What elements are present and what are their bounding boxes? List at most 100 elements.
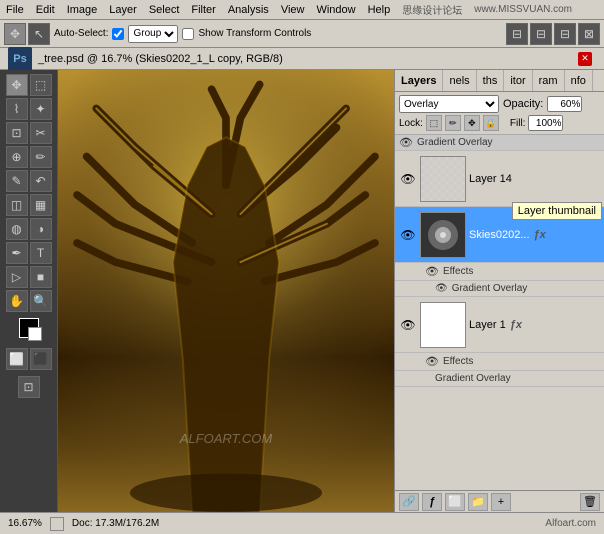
pen-tool[interactable]: ✒: [6, 242, 28, 264]
show-transform-checkbox[interactable]: [182, 28, 194, 40]
fill-input[interactable]: [528, 115, 563, 131]
layer-fx-button[interactable]: ƒ: [422, 493, 442, 511]
new-layer-button[interactable]: +: [491, 493, 511, 511]
eraser-tool[interactable]: ◫: [6, 194, 28, 216]
menu-analysis[interactable]: Analysis: [222, 4, 275, 16]
skies-visibility-toggle[interactable]: 👁: [399, 226, 417, 244]
crop-tool[interactable]: ⊡: [6, 122, 28, 144]
magic-wand-tool[interactable]: ✦: [30, 98, 52, 120]
tree-canvas: ALFOART.COM: [58, 70, 394, 512]
menu-select[interactable]: Select: [143, 4, 186, 16]
align-buttons: ⊟ ⊟ ⊟ ⊠: [506, 23, 600, 45]
hand-tool[interactable]: ✋: [6, 290, 28, 312]
tab-history[interactable]: itor: [504, 70, 532, 91]
move-tool-button[interactable]: ✥: [4, 23, 26, 45]
menu-edit[interactable]: Edit: [30, 4, 61, 16]
gradient-tool[interactable]: ▦: [30, 194, 52, 216]
zoom-level: 16.67%: [8, 518, 42, 529]
lock-label: Lock:: [399, 118, 423, 129]
layer-item-skies0202[interactable]: 👁 Skies0202... ƒx Layer th: [395, 207, 604, 263]
tab-info[interactable]: nfo: [565, 70, 593, 91]
shape-tool[interactable]: ■: [30, 266, 52, 288]
move-tool[interactable]: ✥: [6, 74, 28, 96]
tab-paths[interactable]: ths: [477, 70, 505, 91]
new-group-button[interactable]: 📁: [468, 493, 488, 511]
color-swatches: [19, 318, 39, 338]
lasso-tool[interactable]: ⌇: [6, 98, 28, 120]
toolbox-row-8: ✒ T: [6, 242, 52, 264]
skies-thumbnail: [420, 212, 466, 258]
canvas-area: ALFOART.COM: [58, 70, 394, 512]
path-selection-tool[interactable]: ▷: [6, 266, 28, 288]
layers-panel: Layers nels ths itor ram nfo Overlay Nor…: [394, 70, 604, 512]
layer1-effects-label: Effects: [443, 356, 473, 367]
menu-help[interactable]: Help: [362, 4, 397, 16]
layer14-visibility-toggle[interactable]: 👁: [399, 170, 417, 188]
mode-buttons: ⬜ ⬛: [6, 348, 52, 370]
fill-label: Fill:: [510, 118, 526, 129]
layer1-gradient-label: Gradient Overlay: [435, 373, 511, 384]
dodge-tool[interactable]: ◑: [30, 218, 52, 240]
history-brush-tool[interactable]: ↶: [30, 170, 52, 192]
healing-brush-tool[interactable]: ⊕: [6, 146, 28, 168]
tab-layers[interactable]: Layers: [395, 70, 443, 91]
menu-file[interactable]: File: [0, 4, 30, 16]
blur-tool[interactable]: ◍: [6, 218, 28, 240]
section-eye-icon[interactable]: 👁: [399, 136, 413, 149]
menu-url: www.MISSVUAN.com: [468, 4, 578, 15]
layer14-name: Layer 14: [469, 173, 600, 185]
layer1-gradient-row: Gradient Overlay: [395, 371, 604, 387]
menu-filter[interactable]: Filter: [185, 4, 221, 16]
opacity-input[interactable]: [547, 96, 582, 112]
skies-gradient-eye[interactable]: 👁: [435, 283, 448, 294]
lock-paint-button[interactable]: ✏: [445, 115, 461, 131]
auto-select-dropdown[interactable]: Group Layer: [128, 25, 178, 43]
ps-logo: Ps: [8, 47, 32, 71]
quick-mask-button[interactable]: ⬛: [30, 348, 52, 370]
lock-row: Lock: ⬚ ✏ ✥ 🔒 Fill:: [399, 115, 600, 131]
foreground-color[interactable]: [19, 318, 39, 338]
skies-effects-eye[interactable]: 👁: [425, 265, 439, 278]
menu-layer[interactable]: Layer: [103, 4, 143, 16]
layer1-fx-badge: ƒx: [510, 319, 522, 331]
screen-mode-button[interactable]: ⊡: [18, 376, 40, 398]
brush-tool[interactable]: ✏: [30, 146, 52, 168]
document-title: _tree.psd @ 16.7% (Skies0202_1_L copy, R…: [38, 53, 283, 65]
distribute-button[interactable]: ⊠: [578, 23, 600, 45]
close-document-button[interactable]: ✕: [578, 52, 592, 66]
lock-transparent-button[interactable]: ⬚: [426, 115, 442, 131]
doc-size: Doc: 17.3M/176.2M: [72, 518, 159, 529]
menu-forum: 思缘设计论坛: [396, 2, 468, 17]
tab-channels[interactable]: nels: [443, 70, 476, 91]
select-tool-button[interactable]: ↖: [28, 23, 50, 45]
align-right-button[interactable]: ⊟: [554, 23, 576, 45]
auto-select-checkbox[interactable]: [112, 28, 124, 40]
toolbox-row-2: ⌇ ✦: [6, 98, 52, 120]
blend-mode-select[interactable]: Overlay Normal Multiply Screen: [399, 95, 499, 113]
zoom-indicator[interactable]: [50, 517, 64, 531]
layer1-effects-eye[interactable]: 👁: [425, 355, 439, 368]
text-tool[interactable]: T: [30, 242, 52, 264]
menu-view[interactable]: View: [275, 4, 311, 16]
add-mask-button[interactable]: ⬜: [445, 493, 465, 511]
background-color[interactable]: [28, 327, 42, 341]
delete-layer-button[interactable]: 🗑: [580, 493, 600, 511]
layer-item-layer14[interactable]: 👁 Layer 14: [395, 151, 604, 207]
lock-all-button[interactable]: 🔒: [483, 115, 499, 131]
selection-tool[interactable]: ⬚: [30, 74, 52, 96]
slice-tool[interactable]: ✂: [30, 122, 52, 144]
align-center-button[interactable]: ⊟: [530, 23, 552, 45]
layer1-visibility-toggle[interactable]: 👁: [399, 316, 417, 334]
blend-mode-row: Overlay Normal Multiply Screen Opacity:: [399, 95, 600, 113]
layer-item-layer1[interactable]: 👁 Layer 1 ƒx: [395, 297, 604, 353]
tab-actions[interactable]: ram: [533, 70, 565, 91]
align-left-button[interactable]: ⊟: [506, 23, 528, 45]
menu-image[interactable]: Image: [61, 4, 104, 16]
clone-stamp-tool[interactable]: ✎: [6, 170, 28, 192]
menu-window[interactable]: Window: [310, 4, 361, 16]
layer1-name: Layer 1: [469, 319, 506, 331]
zoom-tool[interactable]: 🔍: [30, 290, 52, 312]
link-layers-button[interactable]: 🔗: [399, 493, 419, 511]
lock-position-button[interactable]: ✥: [464, 115, 480, 131]
standard-mode-button[interactable]: ⬜: [6, 348, 28, 370]
